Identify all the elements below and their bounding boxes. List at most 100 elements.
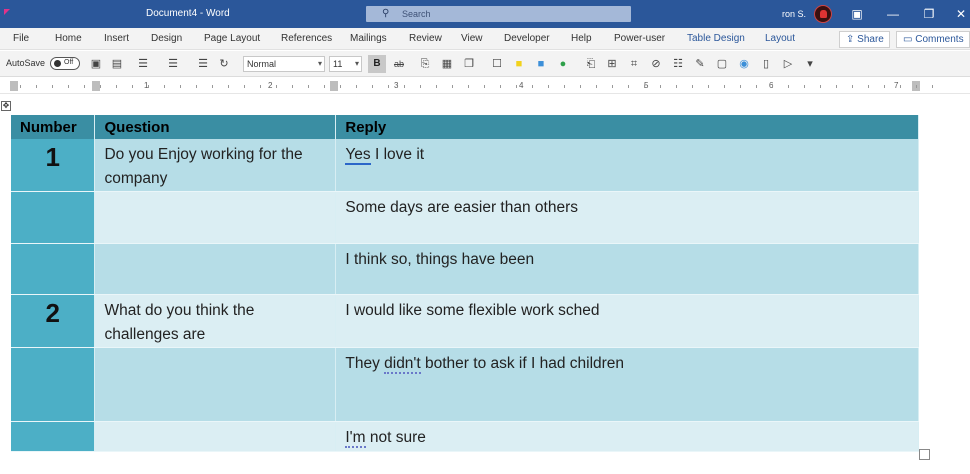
tab-layout[interactable]: Layout [765,33,795,44]
tab-home[interactable]: Home [55,33,82,44]
autosave-toggle[interactable]: Off [50,57,80,70]
tab-page-layout[interactable]: Page Layout [204,33,260,44]
number-cell[interactable]: 2 [11,294,96,348]
tab-mailings[interactable]: Mailings [350,33,387,44]
restore-button[interactable]: ❐ [918,4,940,24]
number-cell[interactable]: 1 [11,139,96,192]
number-cell[interactable] [11,191,96,244]
ruler-tick [724,85,725,88]
question-cell[interactable] [94,243,337,295]
search-input[interactable]: ⚲ Search [366,6,631,22]
number-cell[interactable] [11,347,96,422]
table-row: I think so, things have been [11,243,919,295]
fill-color-icon[interactable]: ■ [534,57,548,71]
table-move-handle-icon[interactable]: ✥ [1,101,11,111]
tab-view[interactable]: View [461,33,483,44]
document-icon[interactable]: ▯ [759,57,773,71]
ruler-tick [628,85,629,88]
question-cell[interactable]: Do you Enjoy working for the company [94,139,337,192]
save-as-icon[interactable]: ▤ [110,57,124,71]
tab-insert[interactable]: Insert [104,33,129,44]
reply-text: They [345,355,385,372]
header-number[interactable]: Number [11,115,96,139]
tab-file[interactable]: File [13,33,29,44]
tab-developer[interactable]: Developer [504,33,550,44]
crop-icon[interactable]: ⌗ [627,57,641,71]
check-icon[interactable]: ● [556,57,570,71]
format-painter-icon[interactable]: ⎗ [584,57,598,71]
tab-references[interactable]: References [281,33,332,44]
ruler-marker[interactable] [92,81,100,91]
borders-icon[interactable]: ⊞ [605,57,619,71]
ruler-tick [500,85,501,88]
numbering-icon[interactable]: ☰ [166,57,180,71]
ruler-tick [228,85,229,88]
link-icon[interactable]: ⊘ [649,57,663,71]
org-chart-icon[interactable]: ☷ [671,57,685,71]
number-cell[interactable] [11,243,96,295]
style-select[interactable]: Normal ▾ [243,56,325,72]
question-cell[interactable] [94,191,337,244]
reply-cell[interactable]: Some days are easier than others [335,191,919,244]
font-size-select[interactable]: 11 ▾ [329,56,362,72]
circle-icon[interactable]: ◉ [737,57,751,71]
ruler-tick [548,85,549,88]
number-cell[interactable] [11,421,96,452]
minimize-button[interactable]: — [882,4,904,24]
header-question[interactable]: Question [94,115,337,139]
question-cell[interactable]: What do you think the challenges are [94,294,337,348]
reply-cell[interactable]: I'm not sure [335,421,919,452]
strikethrough-button[interactable]: ab [392,57,406,71]
share-button[interactable]: ⇪ Share [839,31,890,48]
paste-icon[interactable]: ⎘ [418,57,432,71]
ruler-tick [452,85,453,88]
table-icon[interactable]: ▦ [440,57,454,71]
list-icon[interactable]: ☰ [196,57,210,71]
table-resize-handle[interactable] [919,449,930,460]
ruler-tick [356,85,357,88]
bold-button[interactable]: B [368,55,386,73]
brush-icon[interactable]: ✎ [693,57,707,71]
ruler-tick [708,85,709,88]
question-cell[interactable] [94,347,337,422]
question-cell[interactable] [94,421,337,452]
comment-icon: ▭ [903,34,916,45]
highlight-icon[interactable]: ■ [512,57,526,71]
ruler-tick [788,85,789,88]
customize-toolbar-icon[interactable]: ▾ [803,57,817,71]
comments-button[interactable]: ▭ Comments [896,31,970,48]
tab-help[interactable]: Help [571,33,592,44]
frame-icon[interactable]: ▢ [715,57,729,71]
ruler-tick [436,85,437,88]
ruler-tick [100,85,101,88]
ruler-tick [580,85,581,88]
forward-icon[interactable]: ▷ [781,57,795,71]
bullets-icon[interactable]: ☰ [136,57,150,71]
reply-cell[interactable]: I would like some flexible work sched [335,294,919,348]
tab-table-design[interactable]: Table Design [687,33,745,44]
redo-icon[interactable]: ↻ [217,57,231,71]
save-icon[interactable]: ▣ [89,57,103,71]
ribbon-display-options-button[interactable]: ▣ [846,4,868,24]
copy-icon[interactable]: ❐ [462,57,476,71]
ruler-tick [148,85,149,88]
style-value: Normal [247,59,277,69]
reply-cell[interactable]: They didn't bother to ask if I had child… [335,347,919,422]
horizontal-ruler[interactable]: 1 2 3 4 5 6 7 [0,78,970,94]
avatar[interactable] [814,5,832,23]
header-reply[interactable]: Reply [335,115,919,139]
tab-design[interactable]: Design [151,33,182,44]
ruler-marker[interactable] [330,81,338,91]
table-row: 2 What do you think the challenges are I… [11,294,919,348]
ruler-marker[interactable] [10,81,18,91]
ruler-tick [644,85,645,88]
reply-cell[interactable]: Yes I love it [335,139,919,192]
reply-cell[interactable]: I think so, things have been [335,243,919,295]
user-name[interactable]: ron S. [782,9,806,19]
shape-box-icon[interactable]: ☐ [490,57,504,71]
tab-power-user[interactable]: Power-user [614,33,665,44]
tab-review[interactable]: Review [409,33,442,44]
close-button[interactable]: ✕ [950,4,970,24]
ruler-tick [420,85,421,88]
ruler-tick [484,85,485,88]
